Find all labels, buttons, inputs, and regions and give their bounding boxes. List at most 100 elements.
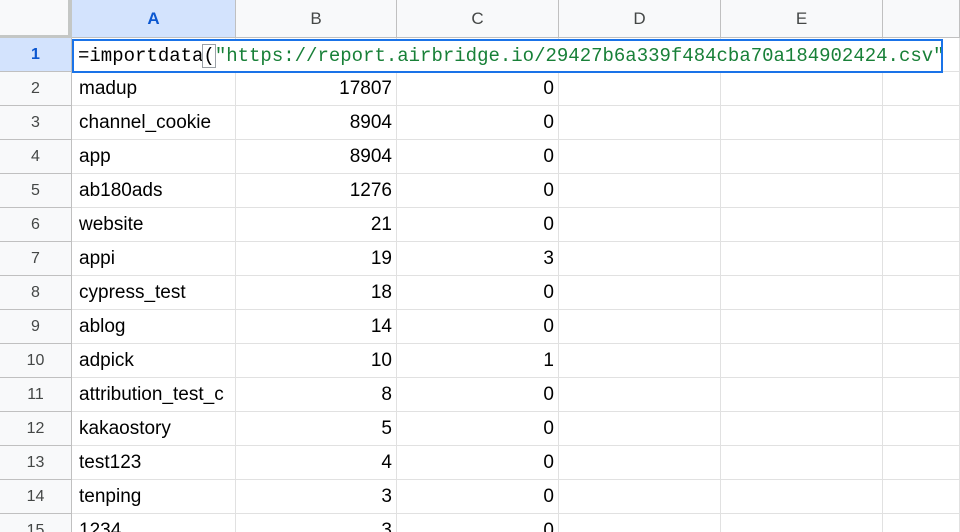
cell-d9[interactable] [559,310,721,344]
cell-b14[interactable]: 3 [236,480,397,514]
cell-e8[interactable] [721,276,883,310]
cell-c11[interactable]: 0 [397,378,559,412]
cell-partial-10[interactable] [883,344,960,378]
row-header-4[interactable]: 4 [0,140,72,174]
cell-e3[interactable] [721,106,883,140]
cell-d4[interactable] [559,140,721,174]
formula-cell-editor[interactable]: =importdata("https://report.airbridge.io… [72,39,943,73]
cell-b15[interactable]: 3 [236,514,397,532]
cell-d12[interactable] [559,412,721,446]
cell-b4[interactable]: 8904 [236,140,397,174]
cell-d3[interactable] [559,106,721,140]
cell-d15[interactable] [559,514,721,532]
cell-a8[interactable]: cypress_test [72,276,236,310]
cell-e9[interactable] [721,310,883,344]
cell-partial-8[interactable] [883,276,960,310]
column-header-d[interactable]: D [559,0,721,38]
row-header-3[interactable]: 3 [0,106,72,140]
cell-d8[interactable] [559,276,721,310]
cell-partial-3[interactable] [883,106,960,140]
cell-d7[interactable] [559,242,721,276]
cell-a10[interactable]: adpick [72,344,236,378]
select-all-corner[interactable] [0,0,71,38]
cell-partial-15[interactable] [883,514,960,532]
cell-d14[interactable] [559,480,721,514]
row-header-14[interactable]: 14 [0,480,72,514]
cell-a3[interactable]: channel_cookie [72,106,236,140]
cell-a4[interactable]: app [72,140,236,174]
cell-b8[interactable]: 18 [236,276,397,310]
cell-a14[interactable]: tenping [72,480,236,514]
cell-partial-11[interactable] [883,378,960,412]
row-header-13[interactable]: 13 [0,446,72,480]
column-header-partial[interactable] [883,0,960,38]
cell-e6[interactable] [721,208,883,242]
cell-a7[interactable]: appi [72,242,236,276]
row-header-5[interactable]: 5 [0,174,72,208]
cell-b3[interactable]: 8904 [236,106,397,140]
cell-e5[interactable] [721,174,883,208]
cell-c10[interactable]: 1 [397,344,559,378]
row-header-2[interactable]: 2 [0,72,72,106]
cell-d10[interactable] [559,344,721,378]
cell-e7[interactable] [721,242,883,276]
cell-d6[interactable] [559,208,721,242]
cell-partial-7[interactable] [883,242,960,276]
cell-c3[interactable]: 0 [397,106,559,140]
column-header-b[interactable]: B [236,0,397,38]
cell-b12[interactable]: 5 [236,412,397,446]
cell-partial-9[interactable] [883,310,960,344]
cell-partial-13[interactable] [883,446,960,480]
row-header-11[interactable]: 11 [0,378,72,412]
row-header-15[interactable]: 15 [0,514,72,532]
cell-c4[interactable]: 0 [397,140,559,174]
cell-d5[interactable] [559,174,721,208]
cell-e15[interactable] [721,514,883,532]
column-header-e[interactable]: E [721,0,883,38]
cell-e14[interactable] [721,480,883,514]
row-header-8[interactable]: 8 [0,276,72,310]
cell-c2[interactable]: 0 [397,72,559,106]
cell-e4[interactable] [721,140,883,174]
cell-partial-14[interactable] [883,480,960,514]
cell-e12[interactable] [721,412,883,446]
row-header-12[interactable]: 12 [0,412,72,446]
cell-a12[interactable]: kakaostory [72,412,236,446]
cell-a6[interactable]: website [72,208,236,242]
cell-a2[interactable]: madup [72,72,236,106]
cell-b13[interactable]: 4 [236,446,397,480]
cell-c12[interactable]: 0 [397,412,559,446]
row-header-6[interactable]: 6 [0,208,72,242]
cell-c15[interactable]: 0 [397,514,559,532]
cell-a15[interactable]: 1234 [72,514,236,532]
row-header-7[interactable]: 7 [0,242,72,276]
cell-partial-2[interactable] [883,72,960,106]
column-header-a[interactable]: A [72,0,236,38]
cell-partial-5[interactable] [883,174,960,208]
cell-b6[interactable]: 21 [236,208,397,242]
cell-e11[interactable] [721,378,883,412]
cell-partial-6[interactable] [883,208,960,242]
cell-c14[interactable]: 0 [397,480,559,514]
column-header-c[interactable]: C [397,0,559,38]
cell-b9[interactable]: 14 [236,310,397,344]
cell-b7[interactable]: 19 [236,242,397,276]
row-header-9[interactable]: 9 [0,310,72,344]
cell-e13[interactable] [721,446,883,480]
cell-b2[interactable]: 17807 [236,72,397,106]
cell-d13[interactable] [559,446,721,480]
cell-partial-12[interactable] [883,412,960,446]
cell-partial-4[interactable] [883,140,960,174]
cell-c6[interactable]: 0 [397,208,559,242]
row-header-1[interactable]: 1 [0,38,72,72]
cell-c9[interactable]: 0 [397,310,559,344]
row-header-10[interactable]: 10 [0,344,72,378]
cell-a13[interactable]: test123 [72,446,236,480]
cell-c7[interactable]: 3 [397,242,559,276]
cell-a11[interactable]: attribution_test_c [72,378,236,412]
cell-a5[interactable]: ab180ads [72,174,236,208]
cell-e2[interactable] [721,72,883,106]
cell-b10[interactable]: 10 [236,344,397,378]
cell-d11[interactable] [559,378,721,412]
cell-c13[interactable]: 0 [397,446,559,480]
